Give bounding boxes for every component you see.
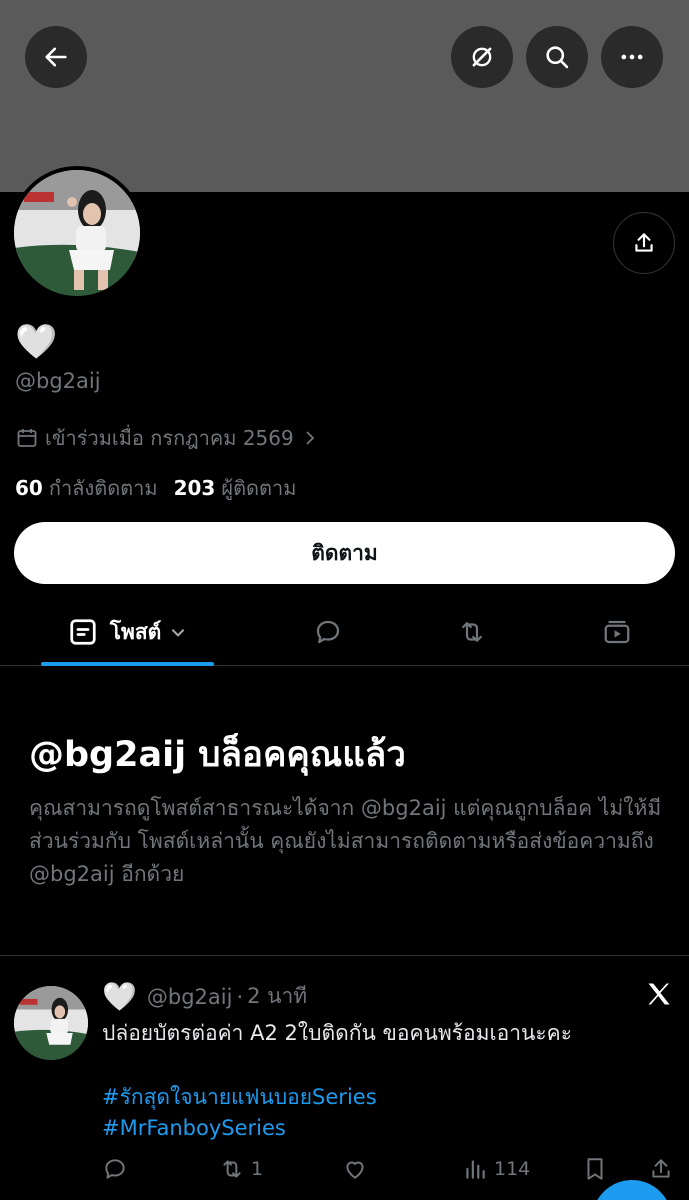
profile-avatar[interactable]	[10, 166, 144, 300]
active-tab-indicator	[41, 662, 214, 666]
view-count: 114	[494, 1158, 531, 1180]
repost-icon	[462, 622, 482, 642]
views-button[interactable]: 114	[462, 1156, 530, 1182]
following-count: 60	[15, 476, 43, 500]
tweet-display-name[interactable]: 🤍	[102, 980, 137, 1013]
tweet-handle[interactable]: @bg2aij	[147, 985, 233, 1009]
like-button[interactable]	[342, 1156, 374, 1182]
tweet-text: ปล่อยบัตรต่อค่า A2 2ใบติดกัน ขอคนพร้อมเอ…	[102, 1021, 572, 1045]
search-button[interactable]	[526, 26, 588, 88]
reply-button[interactable]	[102, 1156, 134, 1182]
joined-date[interactable]: เข้าร่วมเมื่อ กรกฎาคม 2569	[15, 422, 324, 454]
back-arrow-icon	[45, 47, 67, 67]
follow-button[interactable]: ติดตาม	[14, 522, 675, 584]
tab-media[interactable]	[587, 598, 647, 666]
profile-handle: @bg2aij	[15, 369, 101, 393]
tweet-actions: 1 114	[102, 1156, 682, 1188]
profile-banner	[0, 0, 689, 192]
avatar-image	[14, 170, 140, 296]
tweet-avatar[interactable]	[14, 986, 88, 1060]
hashtag-link[interactable]: #MrFanboySeries	[102, 1113, 286, 1144]
tab-posts-label: โพสต์	[109, 619, 162, 644]
bookmark-button[interactable]	[582, 1156, 614, 1182]
blocked-title: @bg2aij บล็อคคุณแล้ว	[29, 735, 406, 775]
back-button[interactable]	[25, 26, 87, 88]
tweet-header: 🤍 @bg2aij · 2 นาที	[102, 980, 307, 1013]
grok-button[interactable]	[451, 26, 513, 88]
joined-text: เข้าร่วมเมื่อ กรกฎาคม 2569	[45, 426, 294, 450]
reply-icon	[105, 1159, 125, 1179]
tab-replies[interactable]	[298, 598, 358, 666]
repost-button[interactable]: 1	[219, 1156, 263, 1182]
repost-count: 1	[251, 1158, 264, 1180]
x-logo-icon	[648, 983, 670, 1005]
more-icon	[621, 54, 643, 60]
followers-label: ผู้ติดตาม	[221, 476, 297, 500]
media-icon	[604, 620, 630, 644]
followers-link[interactable]: 203 ผู้ติดตาม	[174, 472, 297, 504]
tab-reposts[interactable]	[442, 598, 502, 666]
chevron-down-icon	[171, 629, 185, 637]
calendar-icon	[17, 429, 37, 447]
search-icon	[546, 46, 569, 69]
like-icon	[346, 1161, 364, 1179]
share-icon	[635, 233, 653, 252]
grok-icon	[472, 47, 492, 67]
more-button[interactable]	[601, 26, 663, 88]
tab-posts[interactable]: โพสต์	[41, 598, 214, 666]
posts-icon	[70, 619, 96, 645]
section-divider	[0, 955, 689, 956]
views-icon	[466, 1160, 485, 1179]
share-icon	[652, 1159, 670, 1178]
bookmark-icon	[587, 1158, 603, 1180]
share-tweet-button[interactable]	[648, 1156, 680, 1182]
profile-tabs: โพสต์	[0, 598, 689, 666]
blocked-description: คุณสามารถดูโพสต์สาธารณะได้จาก @bg2aij แต…	[29, 796, 662, 886]
follow-stats: 60 กำลังติดตาม 203 ผู้ติดตาม	[15, 472, 296, 504]
tweet-time: 2 นาที	[247, 984, 308, 1008]
tweet-separator: ·	[236, 984, 244, 1009]
reply-icon	[316, 620, 340, 644]
share-profile-button[interactable]	[613, 212, 675, 274]
chevron-right-icon	[306, 431, 315, 445]
followers-count: 203	[173, 476, 216, 500]
display-name: 🤍	[15, 322, 58, 362]
hashtag-link[interactable]: #รักสุดใจนายแฟนบอยSeries	[102, 1082, 377, 1113]
following-link[interactable]: 60 กำลังติดตาม	[15, 472, 158, 504]
repost-icon	[223, 1160, 241, 1178]
following-label: กำลังติดตาม	[48, 476, 158, 500]
